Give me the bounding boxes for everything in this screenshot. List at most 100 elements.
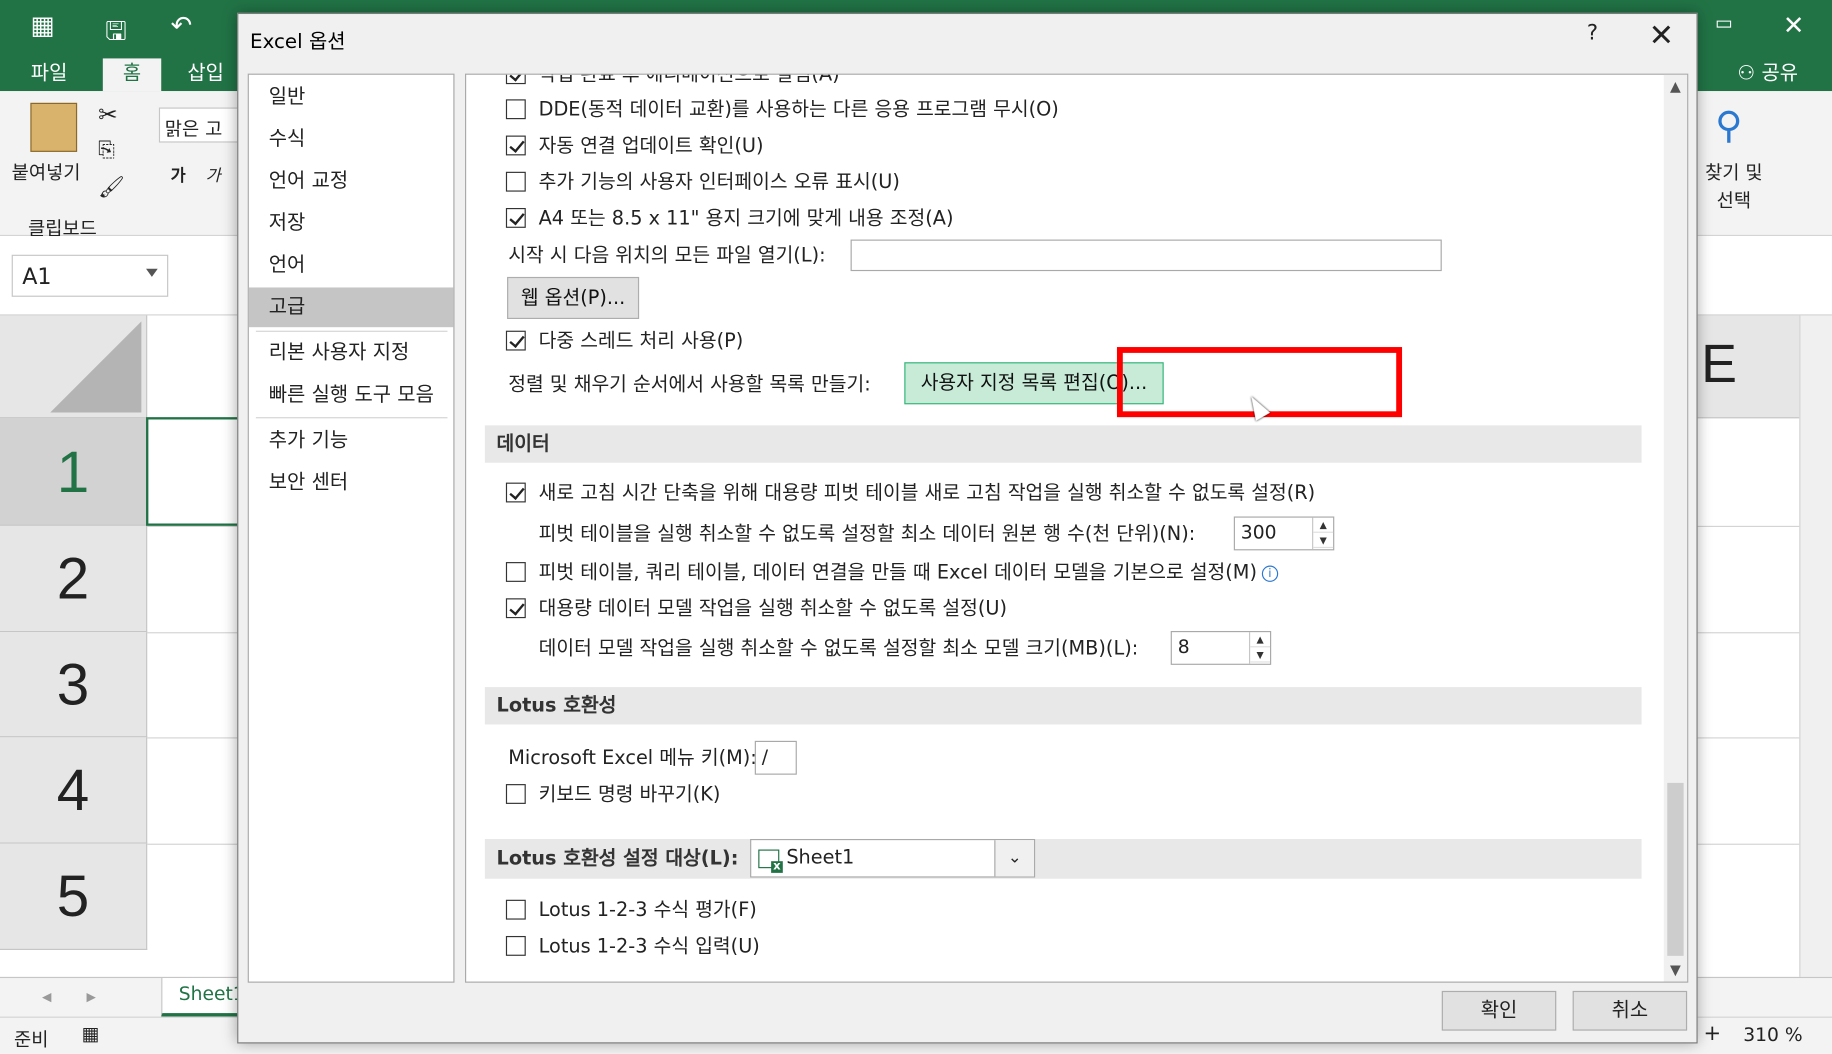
person-icon: ⚇ (1737, 61, 1756, 86)
find-select-button[interactable]: 찾기 및 선택 (1701, 157, 1766, 213)
share-button[interactable]: ⚇ 공유 (1727, 58, 1809, 91)
menu-key-label: Microsoft Excel 메뉴 키(M): (508, 746, 757, 769)
chevron-down-icon[interactable]: ⌄ (994, 840, 1035, 877)
macro-record-icon[interactable]: ▦ (82, 1022, 100, 1044)
auto-link-checkbox[interactable] (505, 135, 526, 156)
data-model-default-checkbox[interactable] (505, 562, 526, 582)
name-box[interactable]: A1 (11, 254, 169, 297)
select-all-corner[interactable] (0, 315, 148, 419)
section-header-lotus: Lotus 호환성 (484, 687, 1642, 725)
model-size-stepper[interactable]: ▲ ▼ (1248, 632, 1271, 664)
nav-keys-checkbox[interactable] (505, 784, 526, 804)
formula-eval-checkbox[interactable] (505, 899, 526, 920)
tab-scroll-left-icon[interactable]: ◂ (42, 985, 51, 1007)
scroll-up-icon[interactable]: ▲ (1664, 75, 1687, 98)
row-header-5[interactable]: 5 (0, 843, 148, 950)
copy-icon[interactable]: ⎘ (98, 138, 115, 163)
row-header-2[interactable]: 2 (0, 525, 148, 633)
options-scrollbar[interactable]: ▲ ▼ (1663, 74, 1688, 982)
model-size-spinner[interactable]: 8 ▲ ▼ (1170, 630, 1272, 665)
sheet-vertical-scrollbar[interactable] (1799, 315, 1832, 977)
spin-up-icon[interactable]: ▲ (1250, 632, 1271, 648)
data-model-undo-label: 대용량 데이터 모델 작업을 실행 취소할 수 없도록 설정(U) (538, 597, 1007, 620)
dde-checkbox[interactable] (505, 99, 526, 120)
model-size-label: 데이터 모델 작업을 실행 취소할 수 없도록 설정할 최소 모델 크기(MB)… (538, 636, 1139, 660)
animation-label: 작업 완료 후 애니메이션으로 알림(A) (538, 73, 840, 86)
scroll-thumb[interactable] (1667, 782, 1684, 956)
restore-icon[interactable]: ▭ (1715, 12, 1733, 34)
tab-scroll-right-icon[interactable]: ▸ (86, 985, 95, 1007)
nav-divider (255, 417, 448, 419)
undo-icon[interactable]: ↶ (171, 12, 193, 41)
section-header-lotus-target: Lotus 호환성 설정 대상(L): (484, 838, 1642, 879)
help-button[interactable]: ? (1580, 21, 1606, 54)
nav-item-general[interactable]: 일반 (249, 77, 453, 117)
lotus-target-select[interactable]: Sheet1 ⌄ (750, 838, 1036, 878)
excel-app-icon[interactable]: ▦ (30, 12, 54, 41)
nav-item-addins[interactable]: 추가 기능 (249, 421, 453, 461)
auto-link-label: 자동 연결 업데이트 확인(U) (538, 134, 764, 157)
paste-label[interactable]: 붙여넣기 (12, 157, 81, 185)
multithread-checkbox[interactable] (505, 330, 526, 351)
addin-errors-checkbox[interactable] (505, 171, 526, 192)
excel-options-dialog: Excel 옵션 ? ✕ 일반 수식 언어 교정 저장 언어 고급 리본 사용자… (237, 12, 1698, 1044)
nav-item-proofing[interactable]: 언어 교정 (249, 161, 453, 201)
lotus-target-value: Sheet1 (786, 846, 855, 869)
menu-key-input[interactable]: / (754, 740, 797, 775)
nav-item-customize-ribbon[interactable]: 리본 사용자 지정 (249, 333, 453, 373)
pivot-undo-label: 새로 고침 시간 단축을 위해 대용량 피벗 테이블 새로 고침 작업을 실행 … (538, 481, 1316, 504)
row-header-1[interactable]: 1 (0, 418, 148, 526)
paste-icon[interactable] (30, 102, 78, 152)
a4-checkbox[interactable] (505, 207, 526, 228)
active-cell[interactable] (146, 417, 252, 526)
pivot-rows-stepper[interactable]: ▲ ▼ (1312, 517, 1334, 550)
data-model-default-text: 피벗 테이블, 쿼리 테이블, 데이터 연결을 만들 때 Excel 데이터 모… (538, 560, 1257, 584)
data-model-default-label: 피벗 테이블, 쿼리 테이블, 데이터 연결을 만들 때 Excel 데이터 모… (539, 559, 1278, 587)
data-model-undo-checkbox[interactable] (505, 598, 526, 619)
startup-path-input[interactable] (850, 239, 1442, 272)
spin-up-icon[interactable]: ▲ (1313, 518, 1334, 533)
close-button[interactable]: ✕ (1640, 16, 1682, 56)
spin-down-icon[interactable]: ▼ (1250, 647, 1271, 663)
zoom-level[interactable]: 310 % (1743, 1024, 1802, 1046)
chevron-down-icon (146, 268, 158, 277)
find-label-2: 선택 (1716, 189, 1752, 212)
nav-item-save[interactable]: 저장 (249, 203, 453, 243)
web-options-button[interactable]: 웹 옵션(P)... (507, 276, 640, 320)
dialog-title: Excel 옵션 (250, 30, 346, 54)
info-icon[interactable]: i (1261, 565, 1278, 582)
tab-file[interactable]: 파일 (19, 58, 80, 91)
model-size-value: 8 (1177, 635, 1190, 658)
cancel-button[interactable]: 취소 (1572, 990, 1688, 1031)
save-icon[interactable]: 🖫 (105, 12, 127, 56)
row-header-4[interactable]: 4 (0, 737, 148, 844)
tab-insert[interactable]: 삽입 (178, 58, 234, 91)
ok-button[interactable]: 확인 (1441, 990, 1557, 1031)
nav-item-language[interactable]: 언어 (249, 245, 453, 285)
formula-entry-checkbox[interactable] (505, 935, 526, 956)
nav-item-quick-access[interactable]: 빠른 실행 도구 모음 (249, 375, 453, 415)
formula-eval-label: Lotus 1-2-3 수식 평가(F) (538, 898, 757, 921)
nav-keys-label: 키보드 명령 바꾸기(K) (538, 782, 721, 806)
animation-checkbox[interactable] (505, 74, 526, 85)
spin-down-icon[interactable]: ▼ (1313, 533, 1334, 549)
bold-button[interactable]: 가 (171, 164, 186, 187)
nav-item-trust-center[interactable]: 보안 센터 (249, 463, 453, 503)
name-box-value: A1 (22, 264, 52, 290)
pivot-undo-checkbox[interactable] (505, 482, 526, 503)
tab-home[interactable]: 홈 (102, 58, 162, 92)
row-header-3[interactable]: 3 (0, 632, 148, 738)
excel-close-icon[interactable]: ✕ (1783, 12, 1805, 41)
pivot-rows-label: 피벗 테이블을 실행 취소할 수 없도록 설정할 최소 데이터 원본 행 수(천… (538, 522, 1196, 545)
scroll-down-icon[interactable]: ▼ (1664, 958, 1687, 981)
font-name-box[interactable]: 맑은 고딕 (158, 107, 241, 143)
nav-item-formulas[interactable]: 수식 (249, 119, 453, 159)
format-painter-icon[interactable]: 🖌 (98, 175, 125, 200)
advanced-options-panel: 작업 완료 후 애니메이션으로 알림(A) DDE(동적 데이터 교환)를 사용… (465, 73, 1689, 983)
zoom-in-icon[interactable]: + (1703, 1021, 1721, 1046)
cut-icon[interactable]: ✂ (98, 100, 118, 128)
pivot-rows-spinner[interactable]: 300 ▲ ▼ (1233, 516, 1335, 551)
find-icon[interactable]: ⚲ (1715, 103, 1742, 147)
italic-button[interactable]: 가 (206, 164, 221, 187)
nav-item-advanced[interactable]: 고급 (248, 287, 454, 328)
